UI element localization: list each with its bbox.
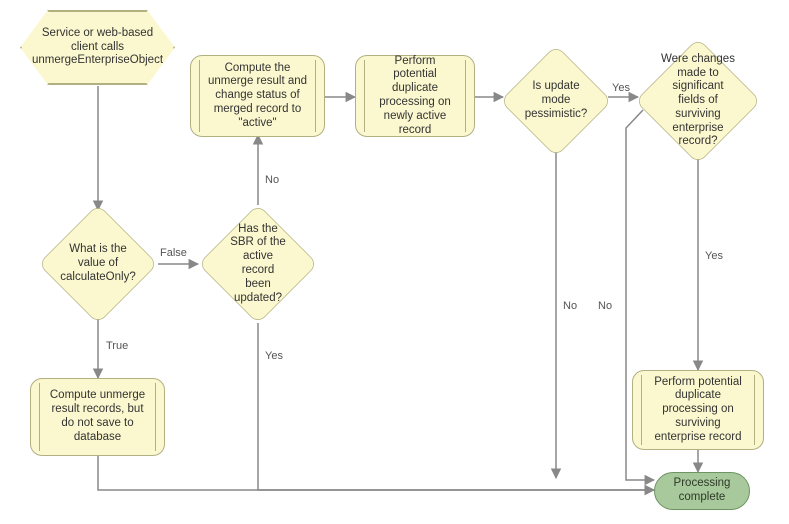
process-pdp-new-active: Perform potential duplicate processing o… [355,55,475,137]
start-node: Service or web-based client calls unmerg… [20,10,175,85]
decision-calculate-only: What is the value of calculateOnly? [38,204,158,324]
process-compute-and-active-label: Compute the unmerge result and change st… [207,62,308,131]
decision-calculate-only-label: What is the value of calculateOnly? [54,243,142,284]
process-pdp-new-active-label: Perform potential duplicate processing o… [372,55,458,138]
flowchart-canvas: { "nodes": { "start": "Service or web-ba… [0,0,789,524]
edge-label-pess-yes: Yes [612,82,630,94]
edge-label-sbr-yes: Yes [265,350,283,362]
process-compute-and-active: Compute the unmerge result and change st… [190,55,325,137]
edge-label-sig-yes: Yes [705,250,723,262]
edge-label-sig-no: No [598,300,612,312]
terminator-end-label: Processing complete [671,477,733,505]
process-compute-no-save: Compute unmerge result records, but do n… [30,378,165,456]
start-label: Service or web-based client calls unmerg… [32,27,163,68]
decision-significant-changes: Were changes made to significant fields … [635,38,761,164]
process-pdp-surviving-label: Perform potential duplicate processing o… [649,376,747,445]
edge-label-false: False [160,247,187,259]
decision-update-pessimistic-label: Is update mode pessimistic? [513,80,600,121]
process-pdp-surviving: Perform potential duplicate processing o… [632,370,764,450]
edge-label-true: True [106,340,128,352]
process-compute-no-save-label: Compute unmerge result records, but do n… [47,389,148,444]
decision-sbr-updated-label: Has the SBR of the active record been up… [214,223,302,306]
edge-label-sbr-no: No [265,174,279,186]
decision-sbr-updated: Has the SBR of the active record been up… [198,204,318,324]
terminator-end: Processing complete [654,472,750,510]
decision-significant-changes-label: Were changes made to significant fields … [651,53,745,150]
edge-label-pess-no: No [563,300,577,312]
decision-update-pessimistic: Is update mode pessimistic? [500,45,612,157]
